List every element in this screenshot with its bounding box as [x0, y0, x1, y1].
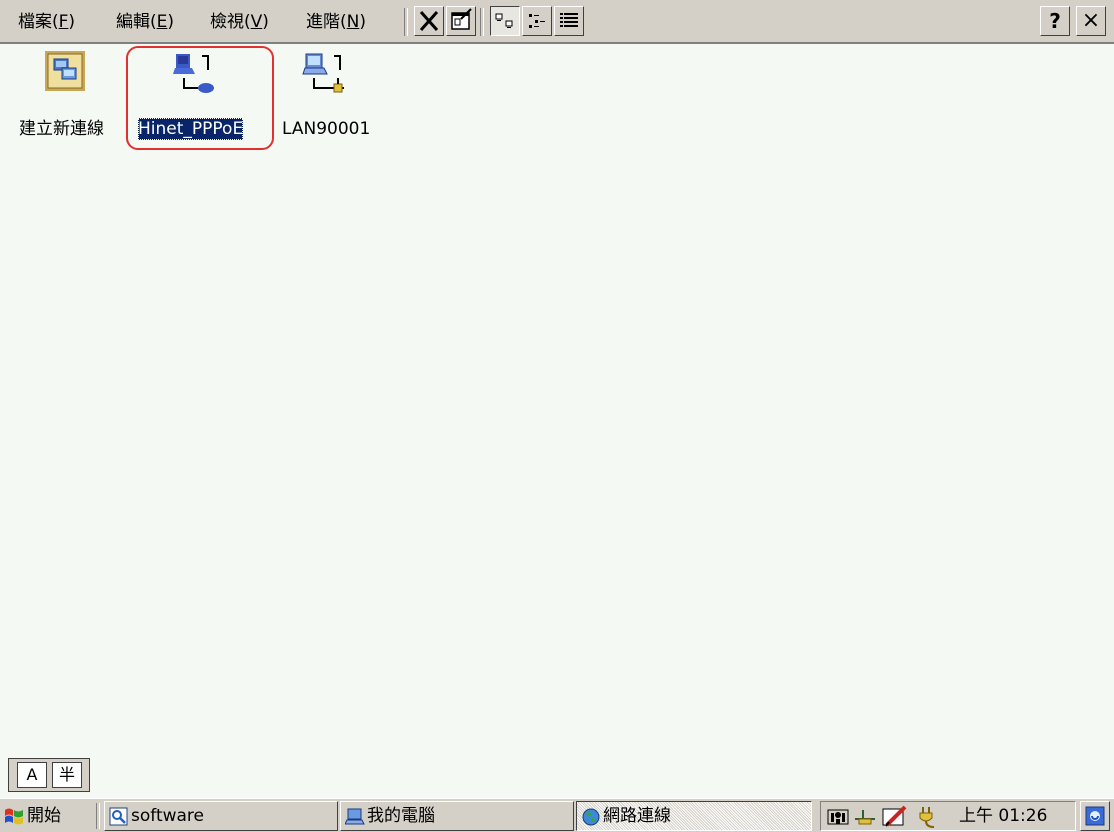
toolbar-separator	[404, 8, 408, 36]
system-tray: 上午 01:26	[820, 801, 1076, 831]
icon-label: LAN90001	[282, 119, 371, 139]
my-computer-icon	[345, 808, 365, 825]
delete-icon	[419, 11, 439, 31]
properties-icon	[451, 8, 472, 30]
ethernet-tray-icon[interactable]	[853, 807, 877, 827]
selection-highlight	[126, 46, 274, 150]
details-view-button[interactable]	[554, 6, 584, 36]
input-panel: A 半	[8, 758, 90, 792]
icon-label: 建立新連線	[19, 119, 104, 139]
large-icons-view-button[interactable]	[490, 6, 520, 36]
menu-file[interactable]: 檔案(F)	[14, 0, 79, 44]
help-button[interactable]: ?	[1040, 6, 1070, 36]
taskbar: 開始 software 我的電腦 網路連線 上午 01:26	[0, 798, 1114, 832]
network-globe-icon	[582, 808, 600, 826]
start-button[interactable]: 開始	[0, 801, 92, 831]
power-plug-icon[interactable]	[917, 805, 941, 829]
taskbar-button-software[interactable]: software	[104, 801, 338, 831]
lan-connection-icon	[302, 53, 344, 93]
menu-view[interactable]: 檢視(V)	[206, 0, 273, 44]
windows-logo-icon	[5, 808, 23, 825]
close-button[interactable]: ×	[1076, 6, 1106, 36]
sip-key-halfwidth[interactable]: 半	[52, 762, 82, 788]
delete-button[interactable]	[414, 6, 444, 36]
large-icons-view-icon	[495, 13, 513, 28]
command-bar: 檔案(F) 編輯(E) 檢視(V) 進階(N) ? ×	[0, 0, 1114, 44]
toolbar-separator	[480, 8, 484, 36]
taskbar-button-label: 我的電腦	[367, 806, 435, 826]
menu-edit[interactable]: 編輯(E)	[112, 0, 178, 44]
small-icons-view-button[interactable]	[522, 6, 552, 36]
show-desktop-icon	[1085, 806, 1105, 826]
details-view-icon	[560, 13, 578, 27]
new-connection-icon	[45, 51, 85, 91]
network-tray-icon[interactable]	[827, 807, 849, 827]
taskbar-button-label: 網路連線	[603, 806, 671, 826]
start-label: 開始	[27, 806, 61, 826]
taskbar-separator	[96, 803, 100, 829]
clock[interactable]: 上午 01:26	[959, 802, 1047, 830]
taskbar-button-network-connections[interactable]: 網路連線	[576, 801, 812, 831]
small-icons-view-icon	[529, 14, 545, 28]
menu-advanced[interactable]: 進階(N)	[302, 0, 370, 44]
pen-tray-icon[interactable]	[881, 805, 909, 829]
taskbar-button-my-computer[interactable]: 我的電腦	[340, 801, 574, 831]
taskbar-button-label: software	[131, 806, 205, 826]
properties-button[interactable]	[446, 6, 476, 36]
sip-key-alpha[interactable]: A	[17, 762, 47, 788]
show-desktop-button[interactable]	[1080, 801, 1110, 831]
explorer-icon	[109, 807, 128, 826]
